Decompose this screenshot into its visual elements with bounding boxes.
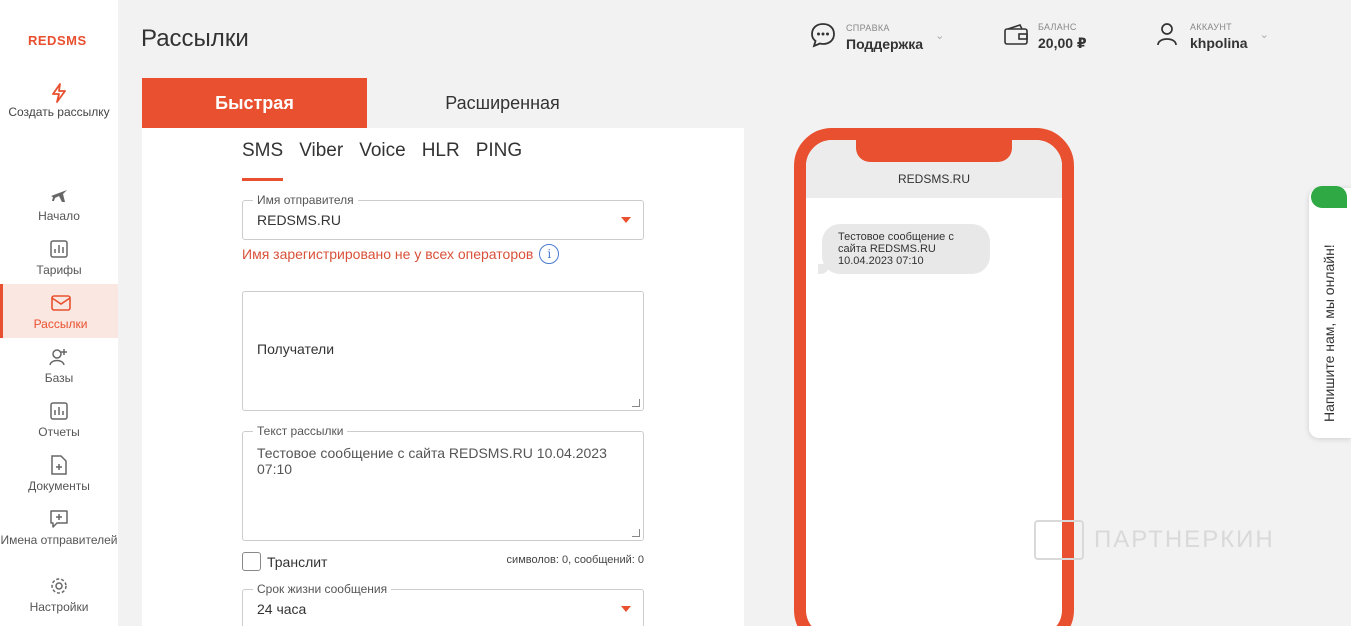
sender-warning-text: Имя зарегистрировано не у всех операторо… — [242, 246, 534, 262]
account-menu[interactable]: АККАУНТ khpolina ⌄ — [1156, 22, 1269, 51]
sidebar-item-bases[interactable]: Базы — [0, 346, 118, 384]
lightning-icon — [48, 82, 70, 104]
tab-voice[interactable]: Voice — [359, 140, 405, 162]
sidebar-item-label: Начало — [38, 209, 80, 223]
info-icon[interactable]: i — [539, 244, 560, 264]
dropdown-arrow-icon — [621, 217, 631, 223]
wallet-icon — [1004, 23, 1028, 51]
tab-fast[interactable]: Быстрая — [142, 78, 367, 128]
resize-handle-icon[interactable] — [632, 529, 640, 537]
sidebar-item-label: Рассылки — [33, 317, 88, 331]
sidebar: REDSMS Создать рассылку Начало Тарифы Ра… — [0, 0, 118, 626]
ttl-value: 24 часа — [257, 601, 307, 617]
chat-online-icon — [1311, 186, 1347, 208]
sidebar-item-tariffs[interactable]: Тарифы — [0, 238, 118, 276]
sender-name-legend: Имя отправителя — [253, 193, 358, 207]
tab-ping[interactable]: PING — [476, 140, 522, 162]
message-text-legend: Текст рассылки — [253, 424, 348, 438]
account-name: khpolina — [1190, 35, 1248, 51]
sender-name-value: REDSMS.RU — [257, 212, 342, 228]
sidebar-item-reports[interactable]: Отчеты — [0, 400, 118, 438]
phone-sender-name: REDSMS.RU — [897, 172, 970, 186]
create-campaign-label: Создать рассылку — [8, 105, 110, 119]
sidebar-item-label: Документы — [28, 479, 90, 493]
message-text-textarea[interactable]: Текст рассылки Тестовое сообщение с сайт… — [242, 424, 644, 541]
chat-widget-label: Напишите нам, мы онлайн! — [1321, 244, 1337, 422]
message-counter: символов: 0, сообщений: 0 — [506, 554, 644, 566]
tab-extended[interactable]: Расширенная — [400, 78, 605, 128]
message-add-icon — [48, 508, 70, 530]
sidebar-item-home[interactable]: Начало — [0, 184, 118, 222]
balance-value: 20,00 ₽ — [1038, 35, 1087, 51]
user-icon — [1156, 22, 1178, 51]
translit-option[interactable]: Транслит — [242, 552, 327, 571]
phone-notch — [856, 140, 1012, 162]
campaign-form-panel: SMS Viber Voice HLR PING Имя отправителя… — [142, 128, 744, 626]
ttl-legend: Срок жизни сообщения — [253, 582, 392, 596]
sidebar-item-sender-names[interactable]: Имена отправителей — [0, 508, 118, 546]
balance-block[interactable]: БАЛАНС 20,00 ₽ — [1004, 22, 1087, 52]
watermark: ПАРТНЕРКИН — [1034, 520, 1275, 560]
resize-handle-icon[interactable] — [632, 399, 640, 407]
plane-icon — [48, 184, 70, 206]
balance-caption: БАЛАНС — [1038, 22, 1077, 32]
sidebar-item-label: Имена отправителей — [0, 533, 118, 547]
channel-tabs: SMS Viber Voice HLR PING — [242, 140, 522, 181]
watermark-text: ПАРТНЕРКИН — [1094, 526, 1275, 553]
sender-name-select[interactable]: Имя отправителя REDSMS.RU — [242, 193, 644, 240]
logo[interactable]: REDSMS — [28, 33, 87, 48]
report-icon — [48, 400, 70, 422]
chevron-down-icon: ⌄ — [935, 30, 945, 42]
recipients-textarea[interactable]: Получатели — [242, 291, 644, 411]
phone-preview: REDSMS.RU Тестовое сообщение с сайта RED… — [794, 128, 1074, 626]
envelope-icon — [50, 292, 72, 314]
tab-viber[interactable]: Viber — [299, 140, 343, 162]
watermark-logo-icon — [1034, 520, 1084, 560]
support-caption: СПРАВКА — [846, 23, 890, 33]
sidebar-item-label: Настройки — [29, 600, 89, 614]
sender-warning: Имя зарегистрировано не у всех операторо… — [242, 244, 560, 264]
tab-hlr[interactable]: HLR — [422, 140, 460, 162]
document-add-icon — [48, 454, 70, 476]
support-menu[interactable]: СПРАВКА Поддержка ⌄ — [810, 22, 944, 53]
recipients-placeholder: Получатели — [257, 341, 335, 357]
dropdown-arrow-icon — [621, 606, 631, 612]
sidebar-item-campaigns[interactable]: Рассылки — [0, 284, 118, 338]
sidebar-item-label: Отчеты — [38, 425, 80, 439]
chevron-down-icon: ⌄ — [1259, 29, 1269, 41]
ttl-select[interactable]: Срок жизни сообщения 24 часа — [242, 582, 644, 626]
gear-icon — [48, 575, 70, 597]
tab-sms[interactable]: SMS — [242, 140, 284, 181]
add-user-icon — [48, 346, 70, 368]
message-text-value: Тестовое сообщение с сайта REDSMS.RU 10.… — [257, 445, 607, 477]
chat-bubble-icon — [810, 22, 836, 53]
bar-chart-icon — [48, 238, 70, 260]
translit-checkbox[interactable] — [242, 552, 261, 571]
sidebar-item-settings[interactable]: Настройки — [0, 575, 118, 613]
create-campaign-button[interactable]: Создать рассылку — [0, 82, 118, 118]
message-bubble: Тестовое сообщение с сайта REDSMS.RU 10.… — [818, 224, 990, 274]
chat-widget[interactable]: Напишите нам, мы онлайн! — [1309, 186, 1351, 438]
page-title: Рассылки — [141, 25, 249, 52]
support-label: Поддержка — [846, 36, 924, 52]
account-caption: АККАУНТ — [1190, 22, 1232, 32]
translit-label: Транслит — [267, 553, 328, 570]
sidebar-item-label: Тарифы — [36, 263, 82, 277]
sidebar-item-label: Базы — [44, 371, 74, 385]
sidebar-item-documents[interactable]: Документы — [0, 454, 118, 492]
